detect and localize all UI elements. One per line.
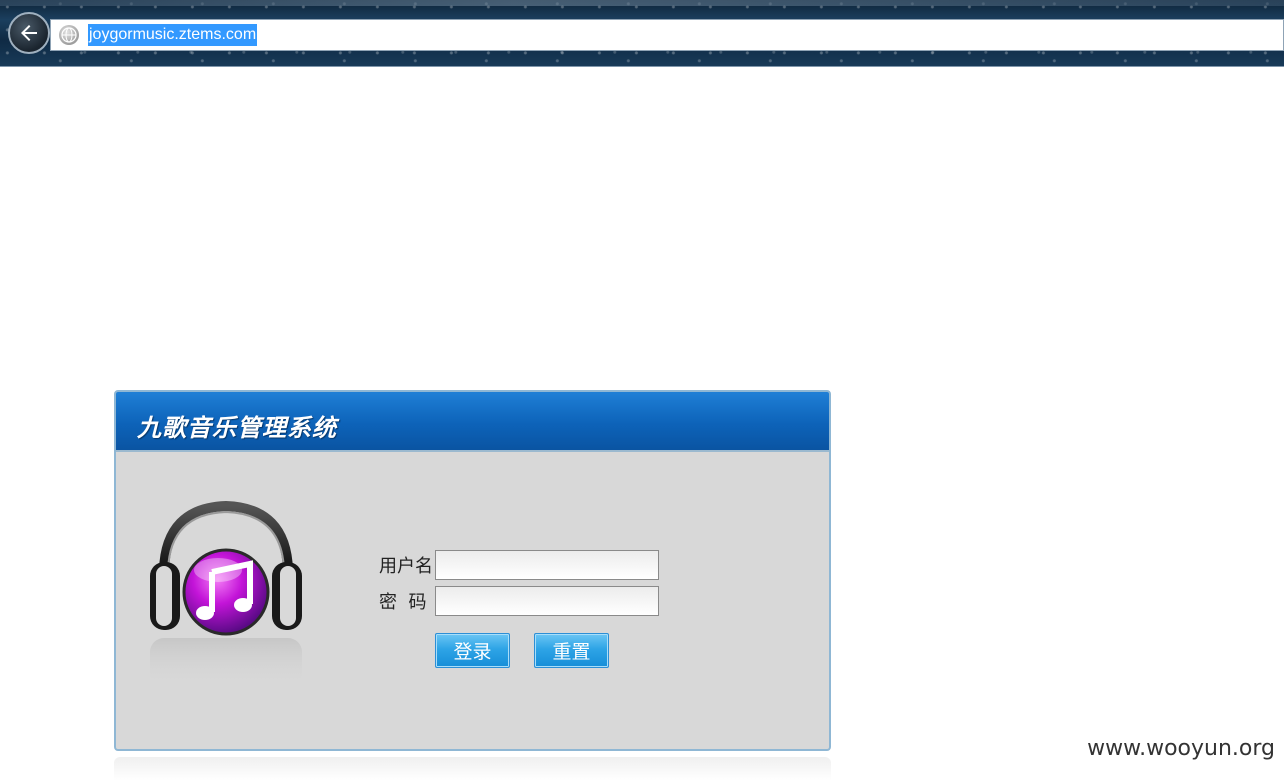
browser-toolbar: joygormusic.ztems.com: [0, 0, 1284, 67]
login-header: 九歌音乐管理系统: [116, 392, 829, 452]
arrow-left-icon: [21, 25, 37, 41]
password-input[interactable]: [435, 586, 659, 616]
reset-button[interactable]: 重置: [534, 633, 609, 668]
watermark: www.wooyun.org: [1087, 736, 1275, 761]
page-title: 九歌音乐管理系统: [137, 414, 337, 442]
back-button[interactable]: [8, 12, 50, 54]
username-input[interactable]: [435, 550, 659, 580]
url-text[interactable]: joygormusic.ztems.com: [88, 24, 258, 46]
address-bar[interactable]: joygormusic.ztems.com: [50, 19, 1284, 51]
username-row: 用户名: [379, 550, 659, 580]
password-row: 密 码: [379, 586, 659, 616]
headphones-music-icon: [150, 500, 302, 688]
login-panel: 九歌音乐管理系统 用户名 密 码 登录 重置: [114, 390, 831, 751]
password-label: 密 码: [379, 592, 427, 613]
tab-strip: [0, 0, 1284, 6]
login-button[interactable]: 登录: [435, 633, 510, 668]
username-label: 用户名: [379, 556, 433, 577]
panel-reflection: [114, 757, 831, 781]
globe-icon: [59, 25, 79, 45]
